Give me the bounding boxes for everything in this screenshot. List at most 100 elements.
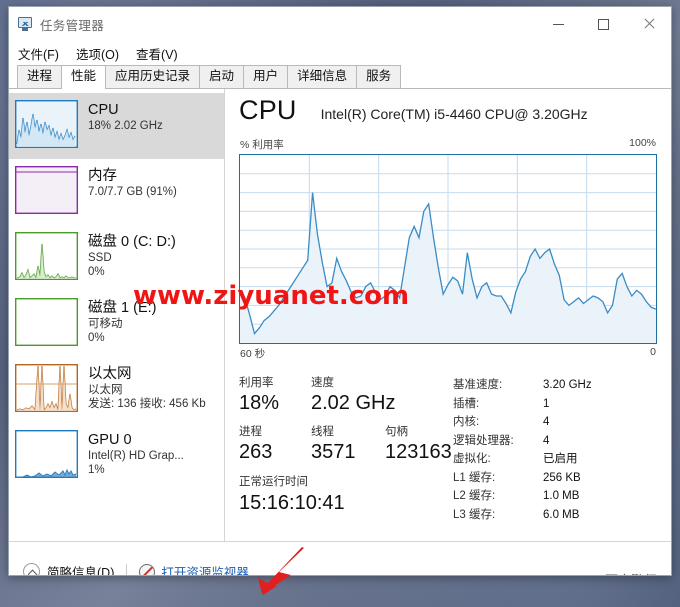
label-handles: 句柄 <box>385 426 408 438</box>
stats-row-uptime: 正常运行时间 15:16:10:41 <box>239 474 451 516</box>
disk-0-thumbnail-graph <box>15 232 78 280</box>
spec-l1-cache: L1 缓存: 256 KB <box>453 469 657 488</box>
tab-details[interactable]: 详细信息 <box>287 65 358 88</box>
gpu-0-thumbnail-graph <box>15 430 78 478</box>
content-area: CPU 18% 2.02 GHz 内存 7.0/7.7 GB (91%) 磁盘 … <box>9 89 671 541</box>
cpu-detail-panel: CPU Intel(R) Core(TM) i5-4460 CPU@ 3.20G… <box>225 89 671 541</box>
value-handles: 123163 <box>385 441 452 463</box>
value-threads: 3571 <box>311 441 356 463</box>
spec-l3-cache: L3 缓存: 6.0 MB <box>453 506 657 525</box>
spec-cores-value: 4 <box>543 416 550 428</box>
sidebar-item-memory-line2: 7.0/7.7 GB (91%) <box>88 186 177 198</box>
sidebar-item-disk-1[interactable]: 磁盘 1 (E:) 可移动 0% <box>9 291 224 357</box>
maximize-button[interactable] <box>581 7 626 41</box>
sidebar-item-disk-0-line3: 0% <box>88 266 105 278</box>
menu-bar: 文件(F) 选项(O) 查看(V) <box>9 41 671 65</box>
status-bar: 简略信息(D) 打开资源监视器 @百变鹏仔 <box>9 541 671 576</box>
panel-header: CPU Intel(R) Core(TM) i5-4460 CPU@ 3.20G… <box>239 95 657 137</box>
sidebar-item-cpu-title: CPU <box>88 102 119 118</box>
spec-virtualization-key: 虚拟化: <box>453 453 491 465</box>
cpu-utilization-graph <box>239 154 657 344</box>
open-resource-monitor-button[interactable]: 打开资源监视器 <box>139 562 249 576</box>
tab-app-history[interactable]: 应用历史记录 <box>105 65 201 88</box>
sidebar-item-disk-0-line2: SSD <box>88 252 112 264</box>
spec-l2-cache: L2 缓存: 1.0 MB <box>453 487 657 506</box>
spec-l1-cache-value: 256 KB <box>543 471 581 484</box>
signature-watermark: @百变鹏仔 <box>592 570 657 575</box>
title-bar: 任务管理器 <box>9 7 671 41</box>
label-threads: 线程 <box>311 426 334 438</box>
cpu-thumbnail-graph <box>15 100 78 148</box>
spec-l3-cache-value: 6.0 MB <box>543 508 580 521</box>
tab-performance[interactable]: 性能 <box>61 65 107 89</box>
spec-logical-processors-value: 4 <box>543 434 550 447</box>
graph-xmin-label: 60 秒 <box>240 348 266 360</box>
spec-virtualization-value: 已启用 <box>543 453 578 465</box>
resource-sidebar: CPU 18% 2.02 GHz 内存 7.0/7.7 GB (91%) 磁盘 … <box>9 89 225 541</box>
resource-monitor-icon <box>139 563 156 575</box>
label-speed: 速度 <box>311 377 334 389</box>
open-resource-monitor-label: 打开资源监视器 <box>161 566 249 576</box>
sidebar-item-disk-1-title: 磁盘 1 (E:) <box>88 300 157 316</box>
sidebar-item-memory-title: 内存 <box>88 168 117 184</box>
tab-users[interactable]: 用户 <box>243 65 289 88</box>
minimize-icon <box>553 23 564 25</box>
fewer-details-button[interactable]: 简略信息(D) <box>23 562 114 575</box>
close-icon <box>643 18 655 30</box>
value-speed: 2.02 GHz <box>311 392 396 414</box>
sidebar-item-ethernet[interactable]: 以太网 以太网 发送: 136 接收: 456 Kb <box>9 357 224 423</box>
graph-ylabel: % 利用率 <box>240 139 284 151</box>
task-manager-icon <box>17 16 33 32</box>
specs-column: 基准速度: 3.20 GHz 插槽: 1 内核: 4 逻辑处理器: 4 虚拟化:… <box>451 376 657 525</box>
spec-l3-cache-key: L3 缓存: <box>453 508 496 521</box>
spec-cores-key: 内核: <box>453 416 480 428</box>
cpu-chart-svg <box>240 155 656 343</box>
spec-l2-cache-value: 1.0 MB <box>543 490 580 502</box>
chevron-up-icon <box>23 563 40 575</box>
tab-processes[interactable]: 进程 <box>17 65 63 88</box>
spec-logical-processors: 逻辑处理器: 4 <box>453 432 657 451</box>
sidebar-item-gpu-0[interactable]: GPU 0 Intel(R) HD Grap... 1% <box>9 423 224 489</box>
spec-virtualization: 虚拟化: 已启用 <box>453 450 657 469</box>
spec-logical-processors-key: 逻辑处理器: <box>453 434 514 447</box>
memory-thumbnail-graph <box>15 166 78 214</box>
value-uptime: 15:16:10:41 <box>239 492 345 514</box>
page-title: CPU <box>239 95 297 125</box>
value-utilization: 18% <box>239 392 280 414</box>
spec-base-speed: 基准速度: 3.20 GHz <box>453 376 657 395</box>
maximize-icon <box>598 18 609 30</box>
menu-options[interactable]: 选项(O) <box>76 42 128 65</box>
stats-row-utilization: 利用率 速度 18% 2.02 GHz <box>239 376 451 416</box>
status-divider <box>126 563 128 575</box>
sidebar-item-memory[interactable]: 内存 7.0/7.7 GB (91%) <box>9 159 224 225</box>
minimize-button[interactable] <box>536 7 581 41</box>
sidebar-item-ethernet-title: 以太网 <box>88 366 132 382</box>
sidebar-item-cpu[interactable]: CPU 18% 2.02 GHz <box>9 93 224 159</box>
spec-base-speed-value: 3.20 GHz <box>543 379 592 391</box>
ethernet-thumbnail-graph <box>15 364 78 412</box>
sidebar-item-disk-1-line3: 0% <box>88 332 105 344</box>
sidebar-item-disk-0[interactable]: 磁盘 0 (C: D:) SSD 0% <box>9 225 224 291</box>
tab-services[interactable]: 服务 <box>356 65 402 88</box>
spec-cores: 内核: 4 <box>453 413 657 432</box>
sidebar-item-gpu-0-line3: 1% <box>88 464 105 476</box>
graph-axis-top: % 利用率 100% <box>239 137 657 154</box>
sidebar-item-disk-1-line2: 可移动 <box>88 318 123 330</box>
window-title: 任务管理器 <box>40 18 105 33</box>
tab-startup[interactable]: 启动 <box>199 65 245 88</box>
task-manager-window: 任务管理器 文件(F) 选项(O) 查看(V) 进程 性能 应用历史记录 启动 … <box>8 6 672 576</box>
close-button[interactable] <box>626 7 671 41</box>
stats-area: 利用率 速度 18% 2.02 GHz 进程 线程 句柄 263 3571 12… <box>239 376 657 525</box>
value-processes: 263 <box>239 441 273 463</box>
label-uptime: 正常运行时间 <box>239 476 308 488</box>
menu-view[interactable]: 查看(V) <box>136 42 187 65</box>
spec-l1-cache-key: L1 缓存: <box>453 471 496 484</box>
spec-sockets-value: 1 <box>543 397 550 410</box>
cpu-model-label: Intel(R) Core(TM) i5-4460 CPU@ 3.20GHz <box>320 106 588 122</box>
sidebar-item-cpu-line2: 18% 2.02 GHz <box>88 120 163 132</box>
disk-1-thumbnail-graph <box>15 298 78 346</box>
graph-axis-bottom: 60 秒 0 <box>239 344 657 363</box>
spec-l2-cache-key: L2 缓存: <box>453 490 496 502</box>
stats-row-processes: 进程 线程 句柄 263 3571 123163 <box>239 425 452 465</box>
menu-file[interactable]: 文件(F) <box>18 42 68 65</box>
